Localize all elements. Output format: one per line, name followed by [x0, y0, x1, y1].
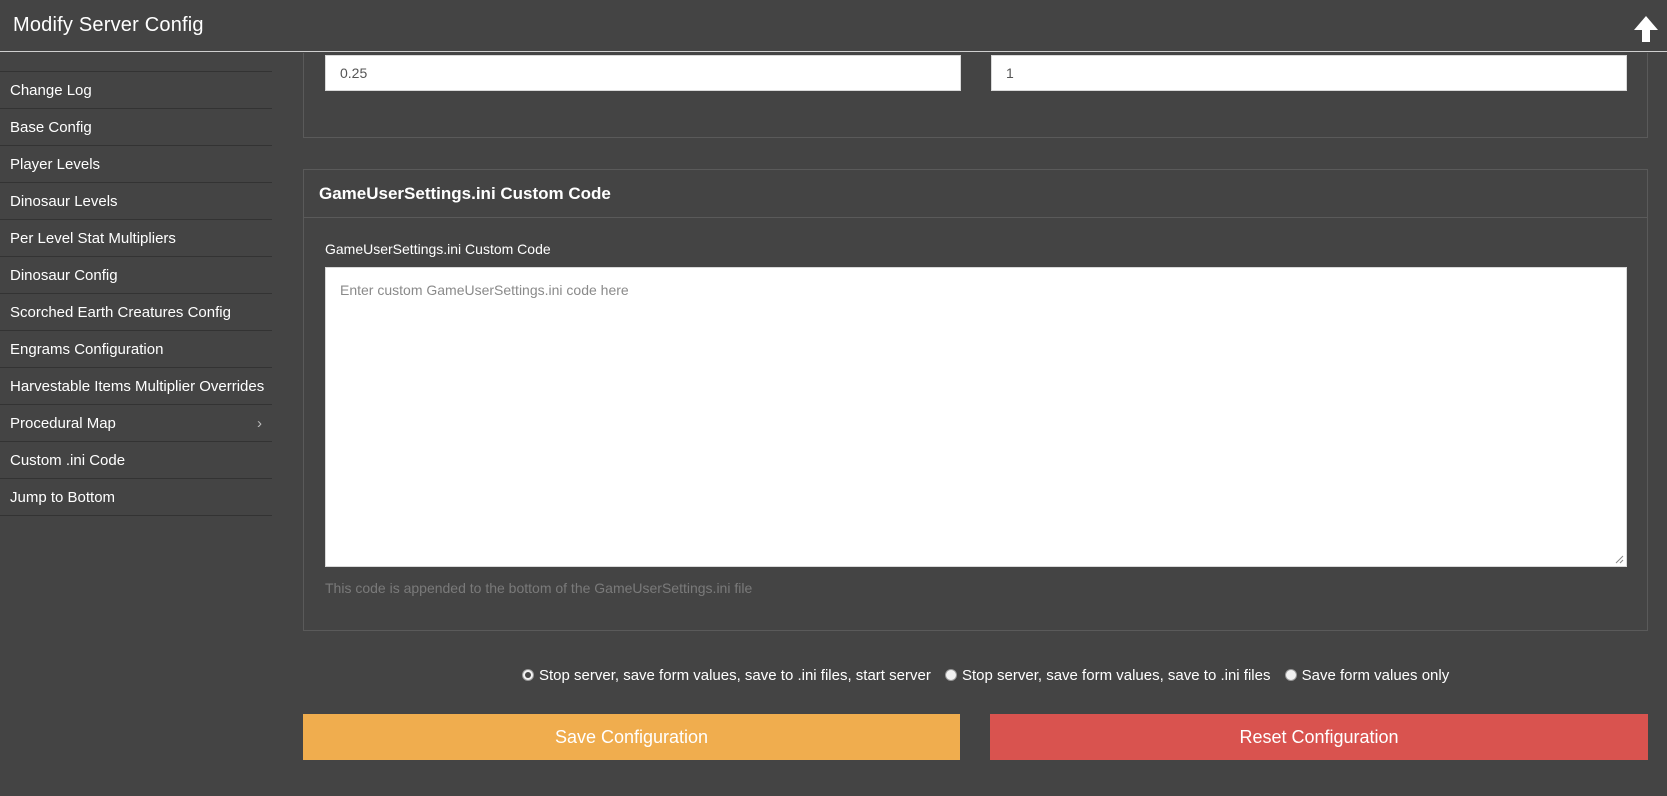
sidebar-item-label: Jump to Bottom — [10, 489, 116, 506]
sidebar-item-dinosaur-config[interactable]: Dinosaur Config — [0, 257, 272, 294]
config-panel-partial: 0.25 1 — [303, 53, 1648, 138]
sidebar-item-label: Scorched Earth Creatures Config — [10, 304, 231, 321]
panel-title: GameUserSettings.ini Custom Code — [304, 170, 1647, 218]
radio-button-checked[interactable] — [522, 669, 534, 681]
sidebar-item-label: Dinosaur Config — [10, 267, 118, 284]
textarea-placeholder: Enter custom GameUserSettings.ini code h… — [340, 282, 629, 298]
sidebar-item-label: Custom .ini Code — [10, 452, 126, 469]
sidebar-item-label: Player Levels — [10, 156, 101, 173]
sidebar-item-label: Per Level Stat Multipliers — [10, 230, 176, 247]
save-option-save-ini[interactable]: Stop server, save form values, save to .… — [945, 667, 1270, 684]
sidebar-item-jump-to-bottom[interactable]: Jump to Bottom — [0, 479, 272, 516]
sidebar: Change Log Base Config Player Levels Din… — [0, 53, 272, 516]
sidebar-item-player-levels[interactable]: Player Levels — [0, 146, 272, 183]
sidebar-item-harvestable-items[interactable]: Harvestable Items Multiplier Overrides — [0, 368, 272, 405]
right-value-input[interactable]: 1 — [991, 55, 1627, 91]
sidebar-item-custom-ini-code[interactable]: Custom .ini Code — [0, 442, 272, 479]
radio-button[interactable] — [945, 669, 957, 681]
chevron-right-icon: › — [257, 415, 262, 432]
custom-code-panel: GameUserSettings.ini Custom Code GameUse… — [303, 169, 1648, 631]
help-text: This code is appended to the bottom of t… — [325, 580, 753, 596]
top-bar: Modify Server Config — [0, 0, 1667, 52]
radio-label: Stop server, save form values, save to .… — [962, 667, 1271, 684]
custom-code-textarea[interactable]: Enter custom GameUserSettings.ini code h… — [325, 267, 1627, 567]
app-title: Modify Server Config — [13, 14, 204, 36]
save-configuration-button[interactable]: Save Configuration — [303, 714, 960, 760]
sidebar-item-engrams[interactable]: Engrams Configuration — [0, 331, 272, 368]
sidebar-item-label: Harvestable Items Multiplier Overrides — [10, 378, 265, 395]
sidebar-item-base-config[interactable]: Base Config — [0, 109, 272, 146]
save-option-form-only[interactable]: Save form values only — [1284, 667, 1450, 684]
save-options: Stop server, save form values, save to .… — [522, 667, 1459, 689]
radio-label: Stop server, save form values, save to .… — [539, 667, 931, 684]
sidebar-item-label: Engrams Configuration — [10, 341, 164, 358]
sidebar-item-dinosaur-levels[interactable]: Dinosaur Levels — [0, 183, 272, 220]
sidebar-item-scorched-earth[interactable]: Scorched Earth Creatures Config — [0, 294, 272, 331]
radio-label: Save form values only — [1301, 667, 1450, 684]
radio-button[interactable] — [1284, 669, 1297, 681]
sidebar-item-per-level-stat-multipliers[interactable]: Per Level Stat Multipliers — [0, 220, 272, 257]
field-label: GameUserSettings.ini Custom Code — [325, 241, 551, 257]
sidebar-item-change-log[interactable]: Change Log — [0, 72, 272, 109]
resize-grip-icon[interactable] — [1615, 555, 1624, 564]
sidebar-item-label: Procedural Map — [10, 415, 116, 432]
save-option-full-restart[interactable]: Stop server, save form values, save to .… — [522, 667, 931, 684]
reset-configuration-button[interactable]: Reset Configuration — [990, 714, 1648, 760]
left-value-input[interactable]: 0.25 — [325, 55, 961, 91]
sidebar-item-label: Change Log — [10, 82, 92, 99]
sidebar-item-procedural-map[interactable]: Procedural Map › — [0, 405, 272, 442]
sidebar-item-label: Base Config — [10, 119, 92, 136]
sidebar-item-label: Dinosaur Levels — [10, 193, 118, 210]
arrow-up-icon[interactable] — [1631, 14, 1661, 44]
